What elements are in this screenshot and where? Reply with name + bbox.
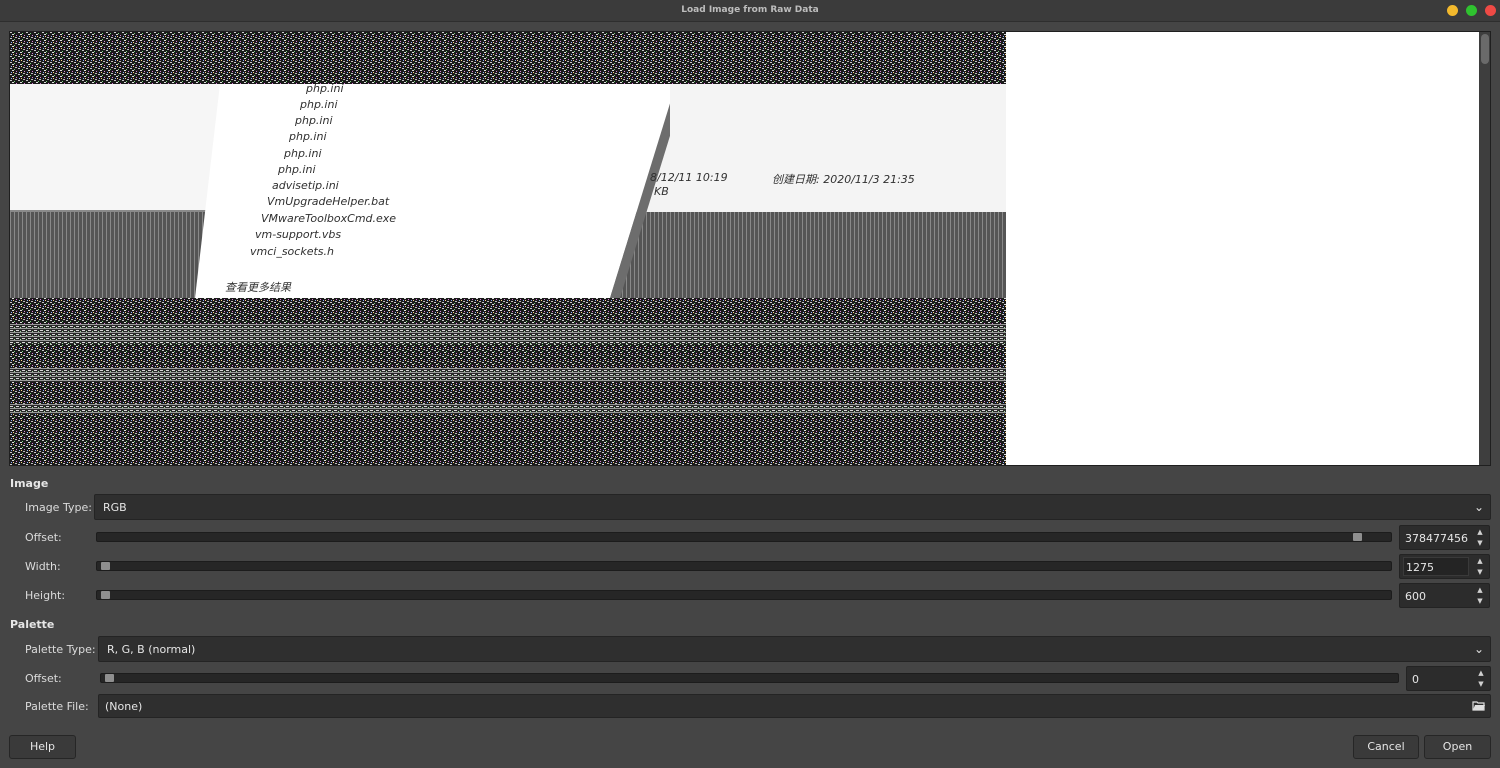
image-type-value: RGB	[103, 501, 127, 514]
palette-offset-slider[interactable]	[100, 673, 1399, 683]
maximize-button[interactable]	[1466, 5, 1477, 16]
offset-value[interactable]: 378477456	[1405, 532, 1468, 545]
image-preview: php.ini php.ini php.ini php.ini php.ini …	[9, 31, 1491, 466]
list-item: VMwareToolboxCmd.exe	[261, 212, 397, 225]
chevron-down-icon: ⌄	[1473, 500, 1484, 514]
slider-handle[interactable]	[101, 591, 110, 599]
list-item: VmUpgradeHelper.bat	[267, 195, 390, 208]
palette-offset-label: Offset:	[25, 672, 62, 685]
search-more-label: 查看更多结果	[225, 281, 291, 294]
palette-type-select[interactable]: R, G, B (normal) ⌄	[98, 636, 1491, 662]
title-bar: Load Image from Raw Data	[0, 0, 1500, 22]
height-value[interactable]: 600	[1405, 590, 1426, 603]
height-slider[interactable]	[96, 590, 1392, 600]
palette-offset-value[interactable]: 0	[1412, 673, 1419, 686]
list-item: php.ini	[306, 82, 344, 95]
triangle-down-icon[interactable]: ▼	[1474, 679, 1488, 690]
width-value[interactable]: 1275	[1403, 557, 1469, 576]
offset-spinbox[interactable]: 378477456 ▲ ▼	[1399, 525, 1490, 550]
scrollbar-thumb[interactable]	[1481, 34, 1489, 64]
slider-handle[interactable]	[1352, 533, 1362, 541]
list-item: vmci_sockets.h	[250, 245, 334, 258]
width-label: Width:	[25, 560, 61, 573]
palette-file-label: Palette File:	[25, 700, 89, 713]
palette-offset-spinbox[interactable]: 0 ▲ ▼	[1406, 666, 1491, 691]
slider-handle[interactable]	[101, 562, 110, 570]
width-spinbox[interactable]: 1275 ▲ ▼	[1399, 554, 1490, 579]
palette-file-value: (None)	[105, 700, 143, 713]
triangle-up-icon[interactable]: ▲	[1473, 527, 1487, 538]
open-file-icon[interactable]	[1472, 698, 1486, 715]
list-item: php.ini	[278, 163, 316, 176]
triangle-up-icon[interactable]: ▲	[1473, 585, 1487, 596]
created-date: 创建日期: 2020/11/3 21:35	[772, 173, 915, 186]
minimize-button[interactable]	[1447, 5, 1458, 16]
height-label: Height:	[25, 589, 66, 602]
palette-file-chooser[interactable]: (None)	[98, 694, 1491, 718]
triangle-up-icon[interactable]: ▲	[1474, 668, 1488, 679]
image-section-heading: Image	[10, 477, 49, 490]
list-item: php.ini	[295, 114, 333, 127]
triangle-up-icon[interactable]: ▲	[1473, 556, 1487, 567]
size-unit: KB	[654, 185, 669, 198]
offset-slider[interactable]	[96, 532, 1392, 542]
image-type-label: Image Type:	[25, 501, 92, 514]
list-item: php.ini	[284, 147, 322, 160]
list-item: php.ini	[289, 130, 327, 143]
image-type-select[interactable]: RGB ⌄	[94, 494, 1491, 520]
help-button[interactable]: Help	[9, 735, 76, 759]
offset-label: Offset:	[25, 531, 62, 544]
palette-type-label: Palette Type:	[25, 643, 96, 656]
list-item: advisetip.ini	[272, 179, 339, 192]
triangle-down-icon[interactable]: ▼	[1473, 567, 1487, 578]
triangle-down-icon[interactable]: ▼	[1473, 538, 1487, 549]
close-button[interactable]	[1485, 5, 1496, 16]
chevron-down-icon: ⌄	[1473, 642, 1484, 656]
list-item: php.ini	[300, 98, 338, 111]
slider-handle[interactable]	[105, 674, 114, 682]
triangle-down-icon[interactable]: ▼	[1473, 596, 1487, 607]
palette-section-heading: Palette	[10, 618, 55, 631]
list-item: vm-support.vbs	[255, 228, 342, 241]
preview-vertical-scrollbar[interactable]	[1479, 32, 1490, 465]
cancel-button[interactable]: Cancel	[1353, 735, 1419, 759]
height-spinbox[interactable]: 600 ▲ ▼	[1399, 583, 1490, 608]
open-button[interactable]: Open	[1424, 735, 1491, 759]
modified-date: 8/12/11 10:19	[650, 171, 728, 184]
width-slider[interactable]	[96, 561, 1392, 571]
preview-file-list: php.ini php.ini php.ini php.ini php.ini …	[10, 32, 1006, 332]
window-title: Load Image from Raw Data	[681, 5, 819, 15]
palette-type-value: R, G, B (normal)	[107, 643, 196, 656]
